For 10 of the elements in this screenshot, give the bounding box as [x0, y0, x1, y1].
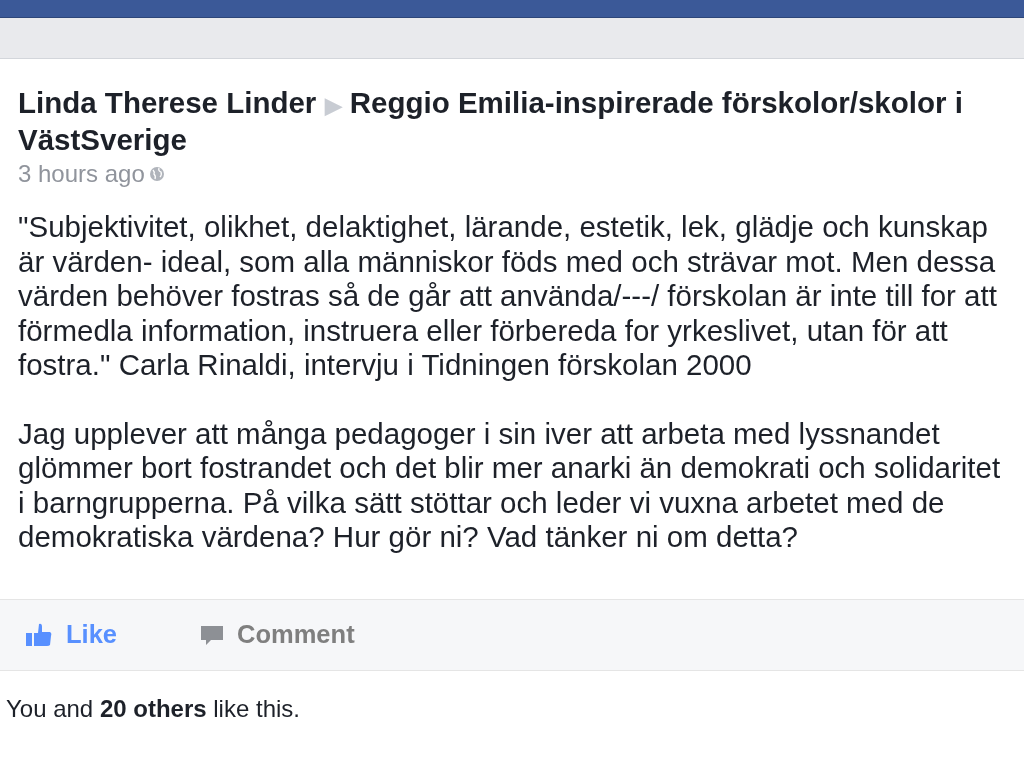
like-button[interactable]: Like: [26, 620, 118, 649]
timestamp[interactable]: 3 hours ago: [18, 160, 145, 188]
speech-bubble-icon: [201, 623, 224, 646]
likes-summary: You and 20 others like this.: [5, 693, 301, 724]
globe-icon: [148, 166, 165, 182]
comment-button[interactable]: Comment: [201, 620, 355, 649]
post-title: Linda Therese Linder ▶ Reggio Emilia-inspirerade förskolor/skolor i VästSverige: [17, 85, 964, 157]
thumbs-up-icon: [26, 622, 52, 647]
post-paragraph: Jag upplever att många pedagoger i sin iver att arbeta med lyssnandet glömmer bort fostrandet och det blir mer anarki än demokrati och solidaritet i barngrupperna. På vilka sätt stöttar och leder vi vuxna arbetet med de demokratiska värdena? Hur gör ni? Vad tänker ni om detta?: [18, 416, 1002, 555]
post-paragraph: "Subjektivitet, olikhet, delaktighet, lärande, estetik, lek, glädje och kunskap är värden- ideal, som alla människor föds med och strävar mot. Men dessa värden behöver fostras så de går att använda/---/ förskolan är inte till for att förmedla information, instruera eller förbereda for yrkeslivet, utan för att fostra." Carla Rinaldi, intervju i Tidningen förskolan 2000: [18, 210, 998, 383]
